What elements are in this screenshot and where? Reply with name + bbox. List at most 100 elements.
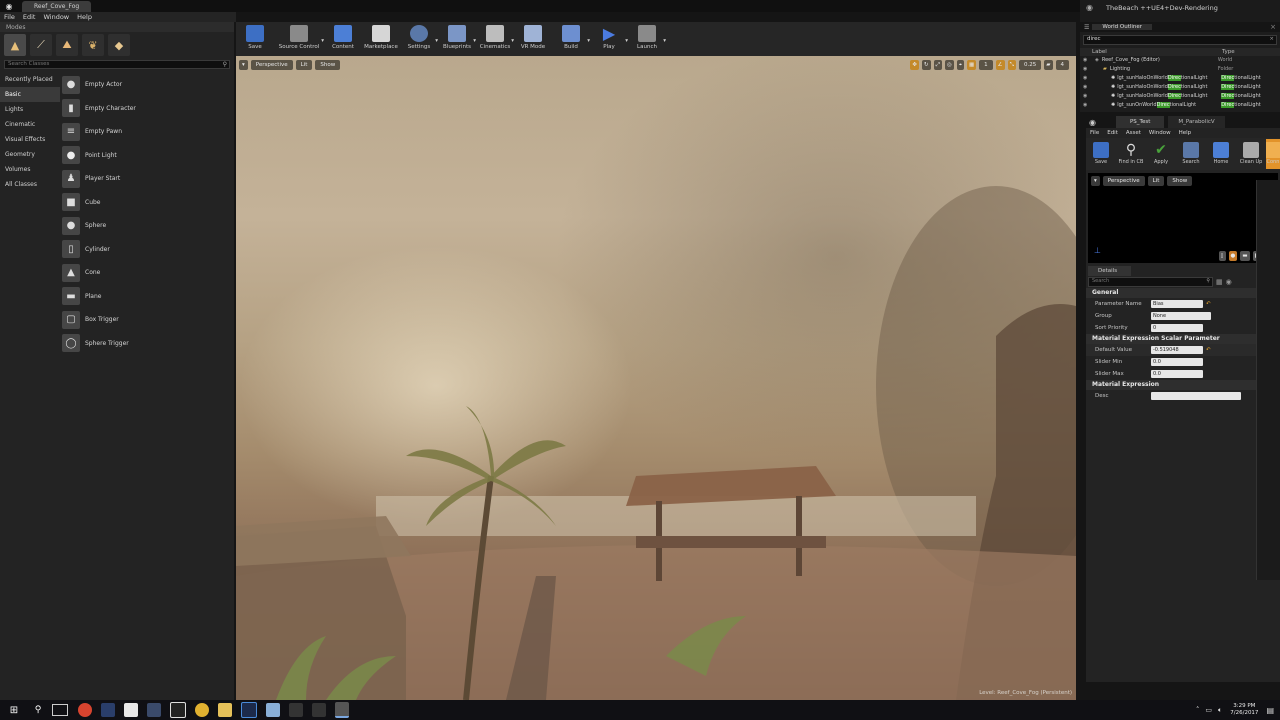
menu-file[interactable]: File — [0, 12, 19, 22]
perspective-button[interactable]: Perspective — [250, 60, 293, 70]
translate-icon[interactable]: ✥ — [910, 60, 920, 70]
search-button[interactable]: Search — [1176, 139, 1206, 169]
app-icon[interactable] — [147, 703, 161, 717]
menu-help[interactable]: Help — [73, 12, 96, 22]
notification-icon[interactable]: ▤ — [1266, 706, 1274, 715]
slider-max-field[interactable]: 0.0 — [1151, 370, 1203, 378]
source-control-button[interactable]: Source Control ▾ — [274, 22, 324, 56]
category-basic[interactable]: Basic — [0, 87, 60, 102]
eye-icon[interactable]: ◉ — [1080, 65, 1095, 74]
blueprints-button[interactable]: Blueprints ▾ — [438, 22, 476, 56]
eye-icon[interactable]: ◉ — [1080, 83, 1095, 92]
marketplace-button[interactable]: Marketplace — [362, 22, 400, 56]
ue-taskbar-icon[interactable] — [312, 703, 326, 717]
details-search-input[interactable]: Search ⚲ — [1088, 277, 1213, 287]
app-icon[interactable] — [124, 703, 138, 717]
landscape-mode-icon[interactable]: ⛰ — [56, 34, 78, 56]
app-icon[interactable] — [101, 703, 115, 717]
scale-snap-icon[interactable]: ⤡ — [1007, 60, 1017, 70]
app-icon[interactable] — [266, 703, 280, 717]
list-item[interactable]: ◯ Sphere Trigger — [62, 332, 232, 356]
vivaldi-icon[interactable] — [78, 703, 92, 717]
play-button[interactable]: ▶ Play ▾ — [590, 22, 628, 56]
eye-icon[interactable]: ◉ — [1080, 74, 1095, 83]
close-icon[interactable]: × — [1270, 23, 1276, 31]
category-geometry[interactable]: Geometry — [0, 147, 60, 162]
list-item[interactable]: ♟ Player Start — [62, 167, 232, 191]
preview-show-button[interactable]: Show — [1167, 176, 1193, 186]
me-menu-edit[interactable]: Edit — [1103, 128, 1122, 138]
category-volumes[interactable]: Volumes — [0, 162, 60, 177]
scalar-section-header[interactable]: Material Expression Scalar Parameter — [1086, 334, 1280, 344]
surface-snap-icon[interactable]: ⌖ — [956, 60, 964, 70]
table-row[interactable]: ◉ ▰ Lighting Folder — [1080, 65, 1280, 74]
list-item[interactable]: ≡ Empty Pawn — [62, 120, 232, 144]
rotation-snap-icon[interactable]: ∠ — [995, 60, 1005, 70]
tab-ps-test[interactable]: PS_Test — [1115, 116, 1165, 128]
cinematics-button[interactable]: Cinematics ▾ — [476, 22, 514, 56]
eye-icon[interactable]: ◉ — [1226, 278, 1232, 286]
slider-min-field[interactable]: 0.0 — [1151, 358, 1203, 366]
category-all-classes[interactable]: All Classes — [0, 177, 60, 192]
connectors-button[interactable]: Conn — [1266, 139, 1280, 169]
grid-snap-icon[interactable]: ▦ — [966, 60, 977, 70]
label-column-header[interactable]: Label — [1092, 49, 1222, 55]
launch-button[interactable]: Launch ▾ — [628, 22, 666, 56]
ue-taskbar-icon[interactable] — [335, 702, 349, 718]
cylinder-preview-icon[interactable]: ▯ — [1218, 251, 1226, 261]
list-item[interactable]: ▯ Cylinder — [62, 238, 232, 262]
category-visual-effects[interactable]: Visual Effects — [0, 132, 60, 147]
table-row[interactable]: ◉ ✺ lgt_sunHaloOnWorldDirectionalLight D… — [1080, 92, 1280, 101]
network-icon[interactable]: ▭ — [1205, 706, 1212, 714]
preview-options-button[interactable]: ▾ — [1091, 176, 1100, 186]
settings-button[interactable]: Settings ▾ — [400, 22, 438, 56]
world-icon[interactable]: ◎ — [945, 60, 954, 70]
preview-lit-button[interactable]: Lit — [1147, 176, 1165, 186]
me-menu-asset[interactable]: Asset — [1122, 128, 1145, 138]
build-button[interactable]: Build ▾ — [552, 22, 590, 56]
grid-view-icon[interactable]: ▦ — [1216, 278, 1223, 286]
eye-icon[interactable]: ◉ — [1080, 56, 1095, 65]
terminal-icon[interactable] — [170, 702, 186, 718]
content-button[interactable]: Content — [324, 22, 362, 56]
search-icon[interactable]: ⚲ — [30, 705, 46, 715]
outliner-tab[interactable]: World Outliner — [1092, 24, 1153, 30]
me-menu-help[interactable]: Help — [1175, 128, 1196, 138]
eye-icon[interactable]: ◉ — [1080, 92, 1095, 101]
preview-perspective-button[interactable]: Perspective — [1102, 176, 1145, 186]
sphere-preview-icon[interactable]: ● — [1228, 251, 1238, 261]
home-button[interactable]: Home — [1206, 139, 1236, 169]
grid-size-value[interactable]: 1 — [979, 60, 993, 70]
level-viewport[interactable]: ▾ Perspective Lit Show ✥ ↻ ⤢ ◎ ⌖ ▦ 1 ∠ ⤡… — [236, 56, 1076, 700]
sort-priority-field[interactable]: 0 — [1151, 324, 1203, 332]
clean-up-button[interactable]: Clean Up — [1236, 139, 1266, 169]
volume-icon[interactable]: 🔈︎ — [1218, 706, 1222, 715]
reset-arrow-icon[interactable]: ↶ — [1206, 301, 1211, 307]
paint-mode-icon[interactable]: ⟋ — [30, 34, 52, 56]
scale-icon[interactable]: ⤢ — [933, 60, 943, 70]
list-item[interactable]: ▲ Cone — [62, 261, 232, 285]
foliage-mode-icon[interactable]: ❦ — [82, 34, 104, 56]
list-item[interactable]: ▢ Box Trigger — [62, 308, 232, 332]
apply-button[interactable]: ✔ Apply — [1146, 139, 1176, 169]
chrome-icon[interactable] — [195, 703, 209, 717]
table-row[interactable]: ◉ ✺ lgt_sunHaloOnWorldDirectionalLight D… — [1080, 74, 1280, 83]
show-button[interactable]: Show — [315, 60, 341, 70]
me-menu-file[interactable]: File — [1086, 128, 1103, 138]
details-tab[interactable]: Details — [1088, 266, 1132, 276]
material-preview-viewport[interactable]: ▾ Perspective Lit Show ⊥ ▯ ● ▬ ■ ◈ — [1088, 173, 1278, 263]
desc-field[interactable] — [1151, 392, 1241, 400]
default-value-field[interactable]: -0.519048 — [1151, 346, 1203, 354]
camera-speed-value[interactable]: 4 — [1055, 60, 1069, 70]
clock[interactable]: 3:29 PM 7/26/2017 — [1230, 703, 1258, 717]
scale-snap-value[interactable]: 0.25 — [1019, 60, 1042, 70]
folder-icon[interactable] — [218, 703, 232, 717]
type-column-header[interactable]: Type — [1222, 49, 1235, 55]
task-view-icon[interactable] — [52, 704, 68, 716]
reset-arrow-icon[interactable]: ↶ — [1206, 347, 1211, 353]
general-section-header[interactable]: General — [1086, 288, 1280, 298]
parameter-name-field[interactable]: Bias — [1151, 300, 1203, 308]
menu-edit[interactable]: Edit — [19, 12, 40, 22]
category-lights[interactable]: Lights — [0, 102, 60, 117]
expression-section-header[interactable]: Material Expression — [1086, 380, 1280, 390]
